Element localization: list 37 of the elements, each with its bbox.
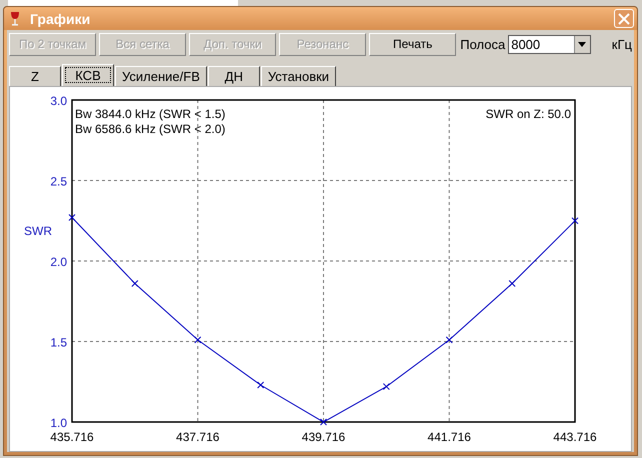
tab[interactable]: Z: [9, 66, 61, 86]
tab[interactable]: Усиление/FB: [115, 66, 207, 86]
point-marker: [508, 280, 516, 288]
toolbar-button[interactable]: Печать: [369, 32, 456, 56]
y-tick-label: 1.0: [50, 416, 67, 430]
point-marker: [572, 217, 578, 224]
y-tick-label: 1.5: [50, 336, 67, 350]
y-tick-label: 2.5: [50, 174, 67, 188]
point-marker: [382, 383, 390, 390]
point-marker: [446, 336, 453, 344]
point-marker: [131, 280, 138, 288]
wine-glass-icon: [10, 10, 20, 26]
close-button[interactable]: [614, 9, 634, 28]
close-icon: [618, 12, 630, 24]
bandwidth-annotation: Bw 6586.6 kHz (SWR < 2.0): [75, 122, 226, 136]
point-marker: [320, 418, 327, 426]
dropdown-arrow-icon: [578, 42, 586, 46]
tab[interactable]: КСВ: [62, 64, 114, 86]
y-tick-label: 3.0: [50, 94, 67, 108]
point-marker: [194, 336, 202, 344]
unit-label: кГц: [612, 36, 632, 52]
x-tick-label: 441.716: [428, 430, 471, 444]
band-label: Полоса: [460, 36, 506, 52]
x-tick-label: 443.716: [553, 430, 597, 444]
x-tick-label: 439.716: [302, 430, 346, 444]
y-tick-label: 2.0: [50, 255, 67, 269]
point-marker: [68, 214, 76, 222]
x-tick-label: 437.716: [176, 430, 220, 444]
window-title: Графики: [30, 10, 92, 26]
y-axis-label: SWR: [24, 224, 52, 238]
bandwidth-annotation: Bw 3844.0 kHz (SWR < 1.5): [75, 107, 226, 121]
tab[interactable]: ДН: [208, 66, 260, 86]
tab[interactable]: Установки: [260, 66, 336, 86]
point-marker: [257, 381, 264, 388]
band-combobox[interactable]: 8000: [508, 34, 591, 54]
impedance-annotation: SWR on Z: 50.0: [486, 107, 571, 121]
x-tick-label: 435.716: [50, 430, 94, 444]
